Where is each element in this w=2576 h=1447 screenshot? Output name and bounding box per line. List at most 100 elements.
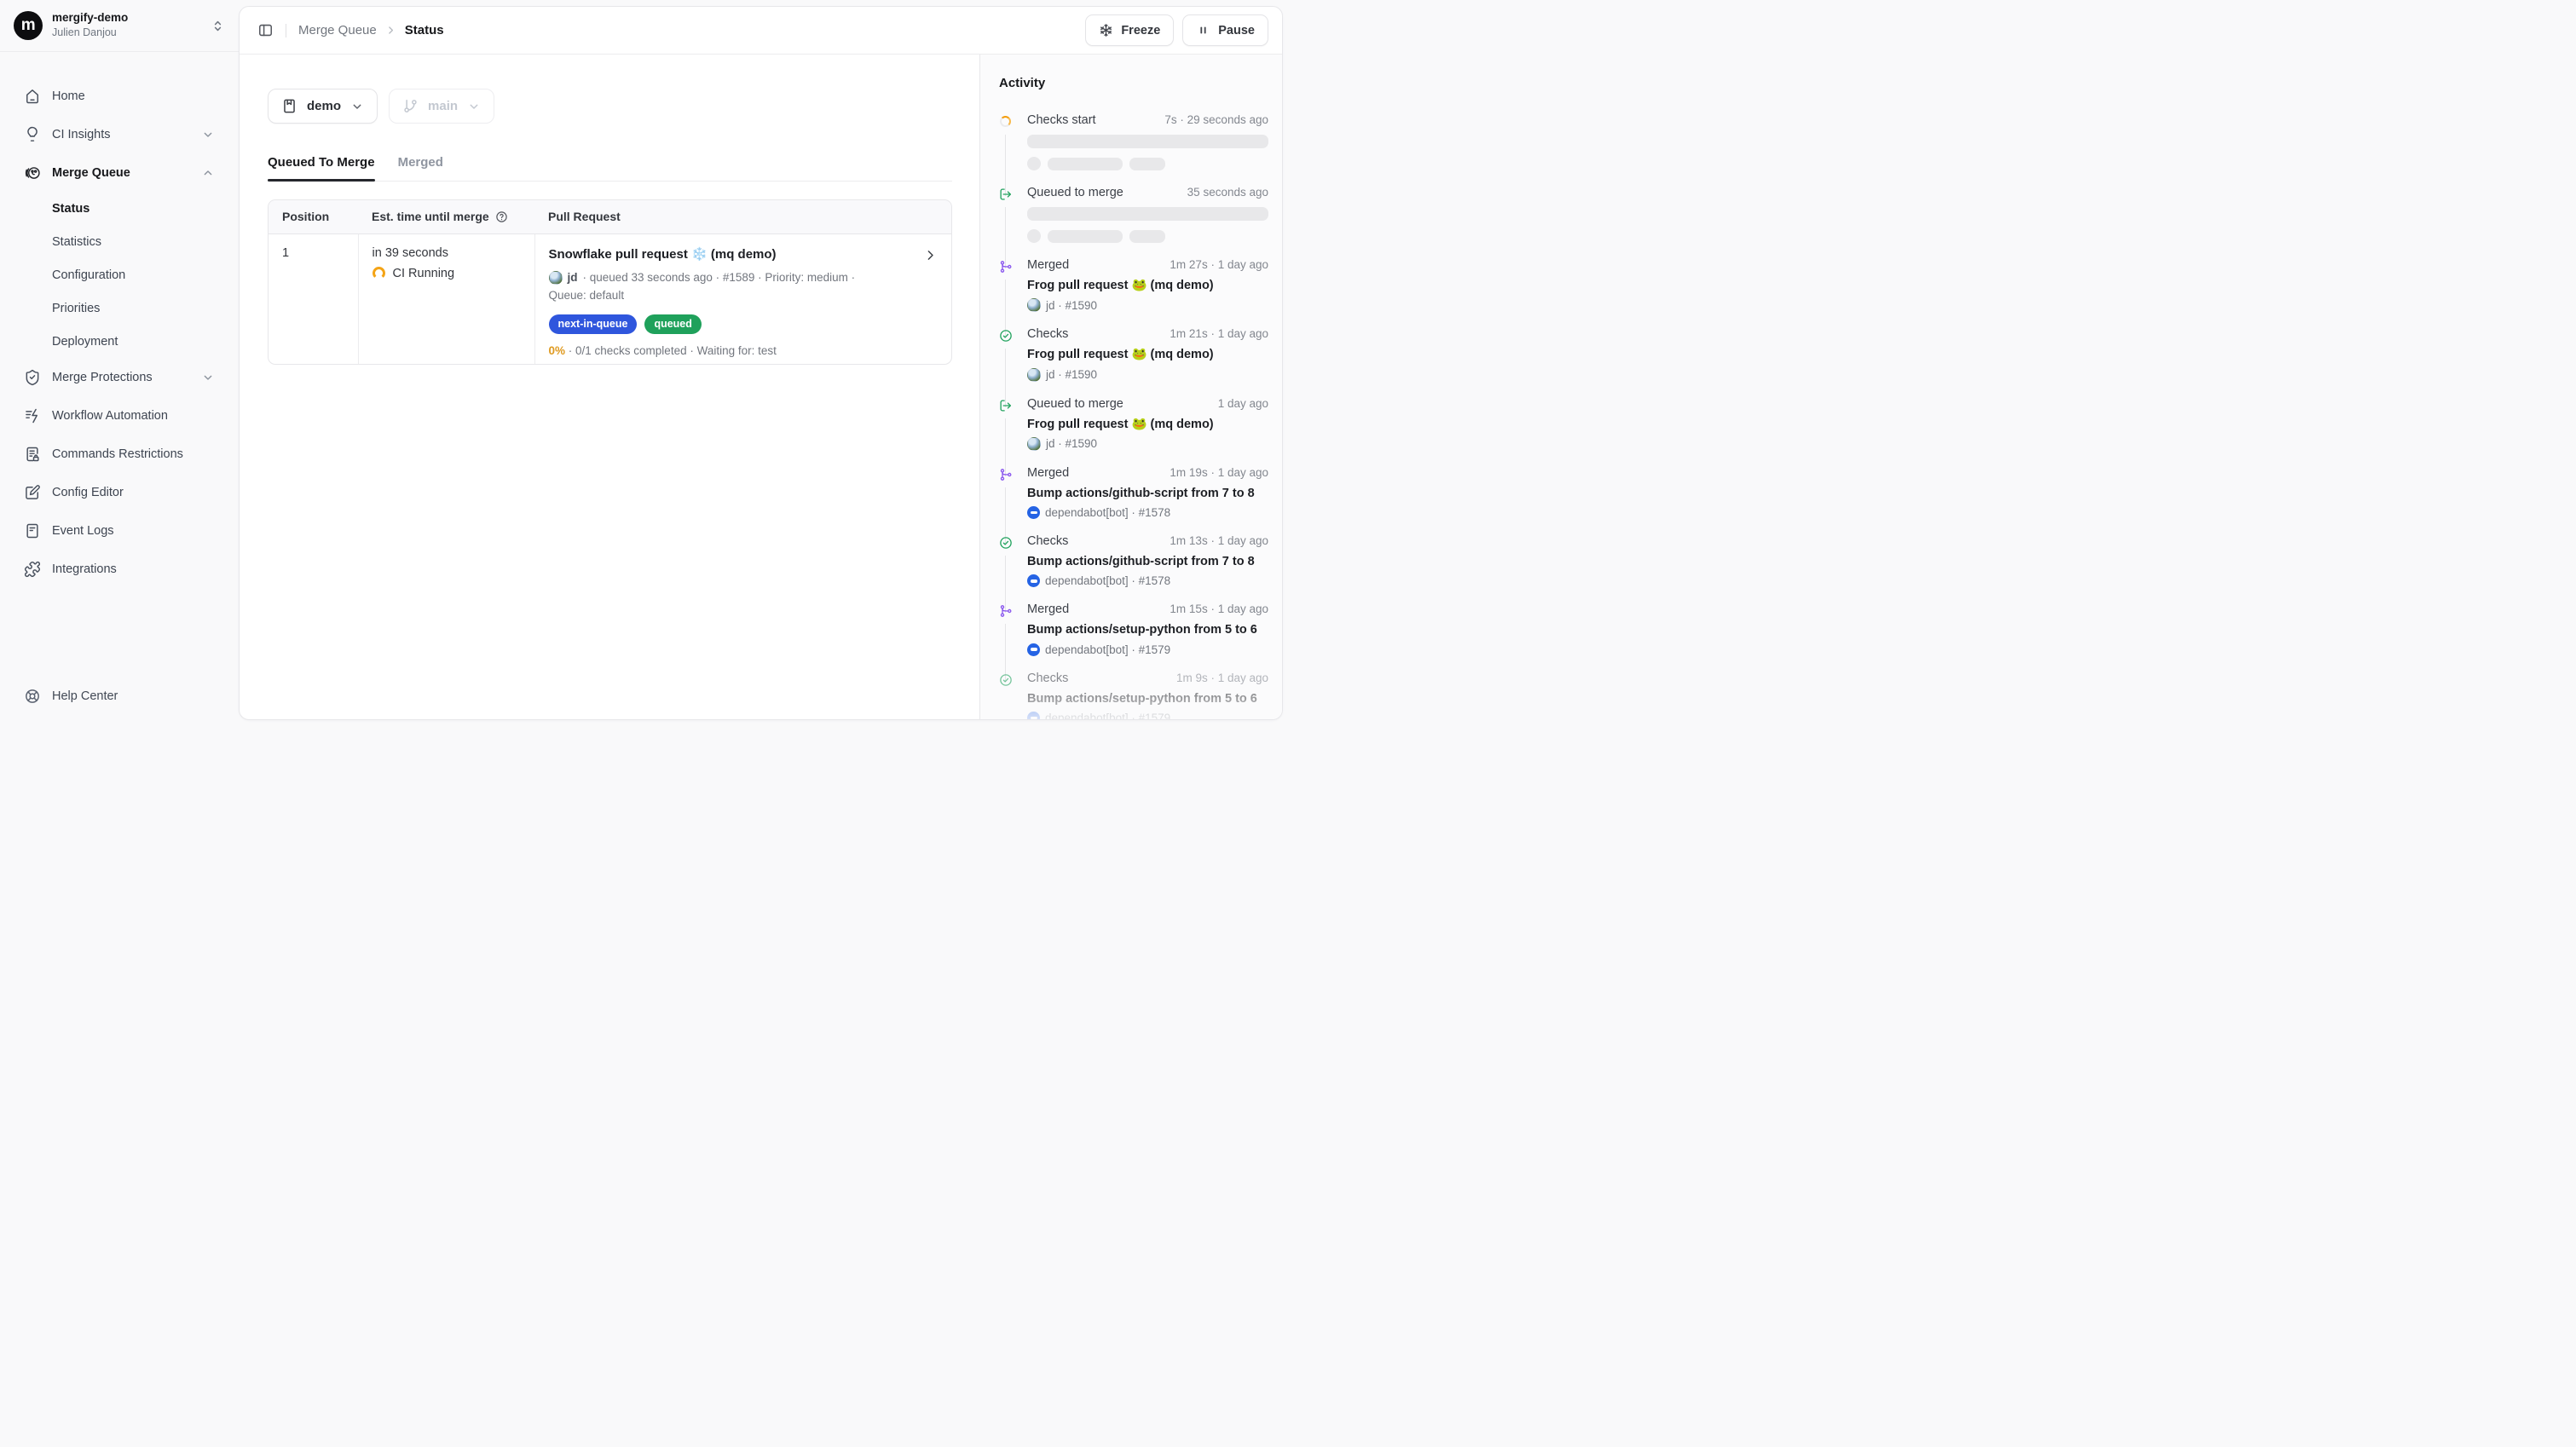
dependabot-icon [1027, 712, 1040, 719]
sidebar-item-label: Status [52, 202, 215, 216]
sidebar-item-config-editor[interactable]: Config Editor [14, 476, 225, 510]
branch-select[interactable]: main [389, 89, 494, 124]
breadcrumb-current: Status [405, 23, 444, 37]
ci-status: CI Running [373, 267, 521, 280]
snowflake-icon [1099, 23, 1113, 37]
activity-item[interactable]: Merged 1m 19s · 1 day ago Bump actions/g… [999, 466, 1268, 534]
activity-pr-title[interactable]: Frog pull request 🐸 (mq demo) [1027, 346, 1268, 363]
sidebar-item-integrations[interactable]: Integrations [14, 552, 225, 586]
sidebar-item-home[interactable]: Home [14, 79, 225, 113]
sidebar-item-label: Deployment [52, 335, 215, 349]
sidebar-item-commands-restrictions[interactable]: Commands Restrictions [14, 437, 225, 471]
activity-item[interactable]: Checks 1m 13s · 1 day ago Bump actions/g… [999, 534, 1268, 602]
sidebar-item-help-center[interactable]: Help Center [14, 681, 225, 712]
ci-status-label: CI Running [393, 267, 455, 280]
dependabot-icon [1027, 574, 1040, 587]
tab-queued-to-merge[interactable]: Queued To Merge [268, 155, 375, 181]
activity-item[interactable]: Checks 1m 9s · 1 day ago Bump actions/se… [999, 672, 1268, 719]
help-circle-icon[interactable] [495, 210, 508, 223]
sidebar-item-label: Merge Protections [52, 371, 190, 384]
activity-item[interactable]: Merged 1m 27s · 1 day ago Frog pull requ… [999, 258, 1268, 327]
author-avatar [1027, 437, 1041, 451]
breadcrumb-parent[interactable]: Merge Queue [298, 23, 377, 37]
chevron-up-icon [201, 166, 215, 180]
activity-pr-title[interactable]: Frog pull request 🐸 (mq demo) [1027, 277, 1268, 294]
sidebar-item-merge-queue[interactable]: Merge Queue [14, 156, 225, 190]
author-avatar [1027, 298, 1041, 312]
author-avatar [1027, 368, 1041, 382]
pause-button[interactable]: Pause [1182, 14, 1268, 46]
sidebar-item-label: Workflow Automation [52, 409, 215, 423]
activity-label: Merged [1027, 602, 1069, 616]
sidebar-item-priorities[interactable]: Priorities [14, 294, 225, 323]
workflow-icon [24, 407, 41, 424]
activity-pr-title[interactable]: Bump actions/setup-python from 5 to 6 [1027, 621, 1268, 638]
activity-meta: dependabot[bot] · #1579 [1027, 643, 1268, 656]
git-branch-icon [402, 98, 419, 114]
sidebar-item-ci-insights[interactable]: CI Insights [14, 118, 225, 152]
activity-pr-title[interactable]: Bump actions/github-script from 7 to 8 [1027, 553, 1268, 570]
sidebar-item-event-logs[interactable]: Event Logs [14, 514, 225, 548]
column-label: Est. time until merge [372, 210, 489, 223]
activity-label: Checks [1027, 534, 1068, 548]
activity-meta-text: dependabot[bot] · #1579 [1045, 712, 1170, 719]
sidebar-item-label: Priorities [52, 302, 215, 315]
tab-merged[interactable]: Merged [398, 155, 443, 181]
activity-heading: Activity [999, 76, 1268, 90]
sidebar-item-deployment[interactable]: Deployment [14, 327, 225, 356]
queue-table: Position Est. time until merge Pull Requ… [268, 199, 952, 365]
sidebar-item-workflow-automation[interactable]: Workflow Automation [14, 399, 225, 433]
activity-label: Checks [1027, 672, 1068, 685]
sidebar-item-merge-protections[interactable]: Merge Protections [14, 360, 225, 395]
activity-item[interactable]: Checks start 7s · 29 seconds ago [999, 113, 1268, 186]
sidebar-toggle-button[interactable] [253, 19, 277, 43]
activity-time: 1m 9s · 1 day ago [1176, 672, 1268, 684]
help-center-label: Help Center [52, 689, 118, 703]
activity-time: 7s · 29 seconds ago [1164, 113, 1268, 126]
org-switcher[interactable]: m mergify-demo Julien Danjou [0, 0, 239, 52]
queue-main: demo main Queued To MergeMerged Position [240, 55, 979, 719]
activity-meta: dependabot[bot] · #1578 [1027, 574, 1268, 587]
queue-row[interactable]: 1 in 39 seconds CI Running Snowflake pul… [269, 233, 951, 364]
activity-item[interactable]: Merged 1m 15s · 1 day ago Bump actions/s… [999, 602, 1268, 671]
repository-select[interactable]: demo [268, 89, 378, 124]
activity-pr-title[interactable]: Frog pull request 🐸 (mq demo) [1027, 416, 1268, 433]
freeze-button[interactable]: Freeze [1085, 14, 1174, 46]
activity-meta-text: dependabot[bot] · #1578 [1045, 574, 1170, 587]
org-owner: Julien Danjou [52, 26, 201, 39]
activity-meta-text: jd · #1590 [1046, 437, 1097, 450]
pr-author[interactable]: jd [568, 269, 578, 287]
activity-item[interactable]: Queued to merge 35 seconds ago [999, 186, 1268, 258]
sidebar-item-label: Event Logs [52, 524, 215, 538]
activity-meta-text: dependabot[bot] · #1579 [1045, 643, 1170, 656]
sidebar-item-statistics[interactable]: Statistics [14, 228, 225, 257]
activity-item[interactable]: Checks 1m 21s · 1 day ago Frog pull requ… [999, 327, 1268, 396]
merged-icon [999, 468, 1013, 481]
queue-tabs: Queued To Merge Merged [268, 155, 952, 182]
activity-label: Queued to merge [1027, 186, 1123, 199]
sidebar: m mergify-demo Julien Danjou Home CI Ins… [0, 0, 239, 724]
row-chevron-right-icon[interactable] [923, 246, 938, 262]
position-value: 1 [282, 246, 344, 260]
author-avatar [549, 271, 563, 285]
branch-value: main [428, 99, 458, 113]
activity-item[interactable]: Queued to merge 1 day ago Frog pull requ… [999, 397, 1268, 466]
filters: demo main [268, 89, 952, 124]
repository-value: demo [307, 99, 341, 113]
pr-checks: 0% · 0/1 checks completed · Waiting for:… [549, 344, 939, 357]
spinner-icon [999, 115, 1013, 129]
check-icon [999, 536, 1013, 550]
topbar-actions: Freeze Pause [1085, 14, 1268, 46]
pr-title[interactable]: Snowflake pull request ❄️ (mq demo) [549, 246, 777, 263]
pause-icon [1196, 23, 1210, 37]
activity-label: Merged [1027, 258, 1069, 272]
sidebar-item-configuration[interactable]: Configuration [14, 261, 225, 290]
sidebar-item-status[interactable]: Status [14, 194, 225, 223]
activity-label: Checks [1027, 327, 1068, 341]
activity-label: Merged [1027, 466, 1069, 480]
activity-pr-title[interactable]: Bump actions/github-script from 7 to 8 [1027, 485, 1268, 502]
activity-pr-title[interactable]: Bump actions/setup-python from 5 to 6 [1027, 690, 1268, 707]
activity-time: 35 seconds ago [1187, 186, 1268, 199]
sidebar-item-label: Commands Restrictions [52, 447, 215, 461]
org-info: mergify-demo Julien Danjou [52, 11, 201, 39]
